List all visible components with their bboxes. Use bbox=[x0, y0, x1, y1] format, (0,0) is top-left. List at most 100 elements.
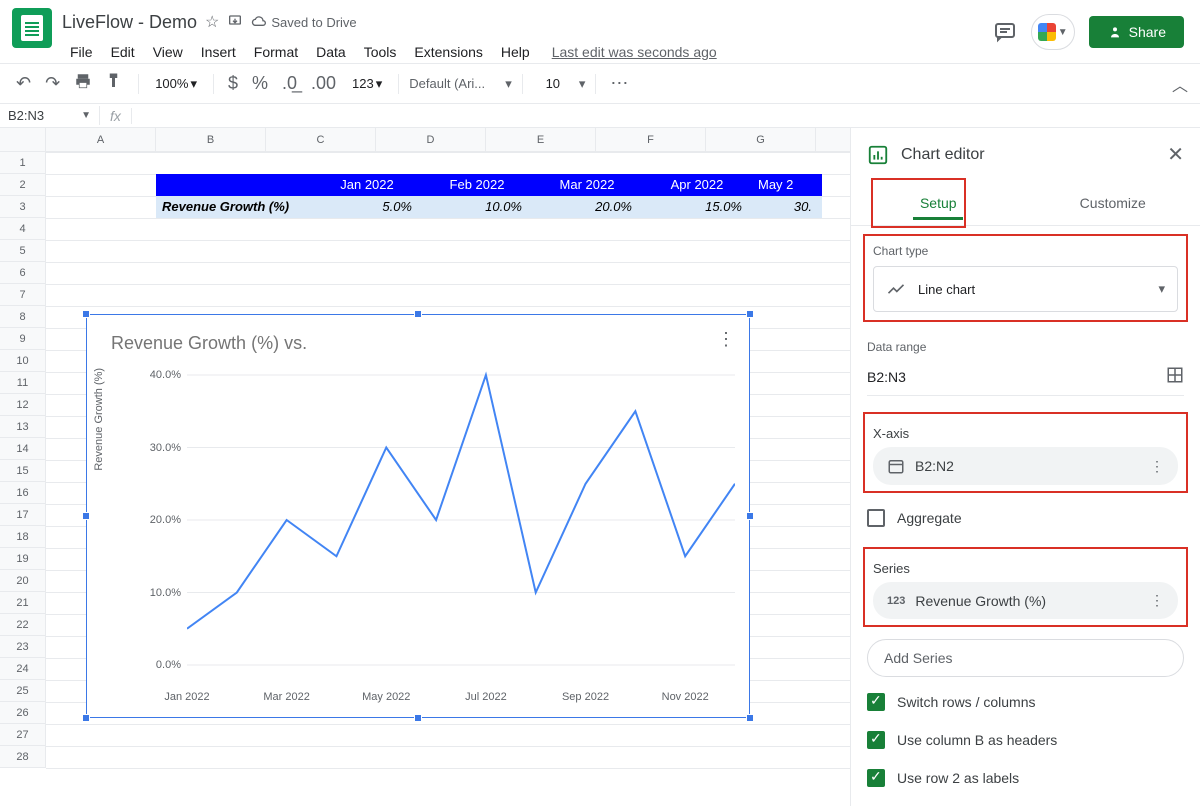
use-col-headers-checkbox[interactable] bbox=[867, 731, 885, 749]
decrease-decimal-icon[interactable]: .0̲ bbox=[278, 69, 301, 98]
use-row-labels-checkbox[interactable] bbox=[867, 769, 885, 787]
select-all-corner[interactable] bbox=[0, 128, 46, 151]
menu-view[interactable]: View bbox=[145, 40, 191, 64]
menu-data[interactable]: Data bbox=[308, 40, 354, 64]
last-edit-link[interactable]: Last edit was seconds ago bbox=[552, 44, 717, 60]
tab-customize[interactable]: Customize bbox=[1026, 181, 1200, 225]
row-header[interactable]: 19 bbox=[0, 548, 46, 570]
aggregate-checkbox[interactable] bbox=[867, 509, 885, 527]
sheets-logo-icon[interactable] bbox=[12, 8, 52, 48]
row-header[interactable]: 18 bbox=[0, 526, 46, 548]
switch-rows-checkbox[interactable] bbox=[867, 693, 885, 711]
move-icon[interactable] bbox=[227, 12, 243, 33]
formula-bar[interactable] bbox=[132, 114, 1200, 118]
row-header[interactable]: 9 bbox=[0, 328, 46, 350]
row-header[interactable]: 27 bbox=[0, 724, 46, 746]
row-header[interactable]: 26 bbox=[0, 702, 46, 724]
row-header[interactable]: 8 bbox=[0, 306, 46, 328]
chevron-down-icon: ▾ bbox=[1158, 281, 1165, 297]
series-label: Series bbox=[873, 555, 1178, 582]
y-tick-label: 20.0% bbox=[141, 514, 181, 526]
row-header[interactable]: 24 bbox=[0, 658, 46, 680]
col-header[interactable]: G bbox=[706, 128, 816, 151]
col-header[interactable]: A bbox=[46, 128, 156, 151]
col-header[interactable]: E bbox=[486, 128, 596, 151]
row-header[interactable]: 5 bbox=[0, 240, 46, 262]
undo-icon[interactable]: ↶ bbox=[12, 69, 35, 98]
row-header[interactable]: 1 bbox=[0, 152, 46, 174]
redo-icon[interactable]: ↷ bbox=[41, 69, 64, 98]
data-cell: 10.0% bbox=[422, 196, 532, 218]
add-series-button[interactable]: Add Series bbox=[867, 639, 1184, 677]
col-header[interactable]: C bbox=[266, 128, 376, 151]
more-icon[interactable]: ⋮ bbox=[1150, 592, 1164, 609]
col-header[interactable]: F bbox=[596, 128, 706, 151]
row-header[interactable]: 3 bbox=[0, 196, 46, 218]
row-header[interactable]: 6 bbox=[0, 262, 46, 284]
menu-extensions[interactable]: Extensions bbox=[406, 40, 490, 64]
row-header[interactable]: 17 bbox=[0, 504, 46, 526]
number-icon: 123 bbox=[887, 595, 905, 607]
close-icon[interactable]: ✕ bbox=[1167, 142, 1184, 167]
spreadsheet-grid[interactable]: A B C D E F G 12345678910111213141516171… bbox=[0, 128, 850, 806]
font-select[interactable]: Default (Ari... bbox=[409, 76, 499, 91]
menu-tools[interactable]: Tools bbox=[356, 40, 405, 64]
data-range-grid-icon[interactable] bbox=[1166, 366, 1184, 387]
x-tick-label: Jul 2022 bbox=[451, 691, 521, 703]
data-cell: 20.0% bbox=[532, 196, 642, 218]
row-header[interactable]: 12 bbox=[0, 394, 46, 416]
collapse-toolbar-icon[interactable]: ︿ bbox=[1172, 72, 1188, 96]
doc-title[interactable]: LiveFlow - Demo bbox=[62, 12, 197, 33]
col-header[interactable]: B bbox=[156, 128, 266, 151]
row-header[interactable]: 25 bbox=[0, 680, 46, 702]
more-toolbar-icon[interactable]: ⋯ bbox=[606, 69, 632, 98]
share-button[interactable]: Share bbox=[1089, 16, 1184, 48]
series-pill[interactable]: 123 Revenue Growth (%) ⋮ bbox=[873, 582, 1178, 619]
row-header[interactable]: 22 bbox=[0, 614, 46, 636]
menu-help[interactable]: Help bbox=[493, 40, 538, 64]
col-date: Mar 2022 bbox=[532, 174, 642, 196]
print-icon[interactable] bbox=[70, 68, 96, 99]
x-tick-label: Nov 2022 bbox=[650, 691, 720, 703]
chart-menu-icon[interactable]: ⋮ bbox=[717, 329, 735, 350]
chart-type-select[interactable]: Line chart ▾ bbox=[873, 266, 1178, 312]
font-size-select[interactable]: 10 bbox=[533, 72, 573, 95]
row-header[interactable]: 21 bbox=[0, 592, 46, 614]
data-range-value[interactable]: B2:N3 bbox=[867, 369, 906, 385]
tab-setup[interactable]: Setup bbox=[851, 181, 1026, 225]
row-header[interactable]: 10 bbox=[0, 350, 46, 372]
row-header[interactable]: 20 bbox=[0, 570, 46, 592]
menu-file[interactable]: File bbox=[62, 40, 101, 64]
percent-icon[interactable]: % bbox=[248, 69, 272, 98]
toolbar: ↶ ↷ 100% ▾ $ % .0̲ .00 123▾ Default (Ari… bbox=[0, 64, 1200, 104]
chart-editor-icon bbox=[867, 144, 889, 166]
row-header[interactable]: 16 bbox=[0, 482, 46, 504]
row-header[interactable]: 4 bbox=[0, 218, 46, 240]
increase-decimal-icon[interactable]: .00 bbox=[307, 69, 340, 98]
row-header[interactable]: 14 bbox=[0, 438, 46, 460]
row-header[interactable]: 2 bbox=[0, 174, 46, 196]
row-header[interactable]: 11 bbox=[0, 372, 46, 394]
star-icon[interactable]: ☆ bbox=[205, 12, 219, 32]
more-icon[interactable]: ⋮ bbox=[1150, 458, 1164, 475]
name-box[interactable]: B2:N3▼ bbox=[0, 106, 100, 125]
zoom-select[interactable]: 100% ▾ bbox=[149, 72, 203, 96]
currency-icon[interactable]: $ bbox=[224, 69, 242, 98]
row-header[interactable]: 7 bbox=[0, 284, 46, 306]
row-header[interactable]: 13 bbox=[0, 416, 46, 438]
xaxis-range-pill[interactable]: B2:N2 ⋮ bbox=[873, 447, 1178, 485]
col-header[interactable]: D bbox=[376, 128, 486, 151]
row-header[interactable]: 28 bbox=[0, 746, 46, 768]
row-header[interactable]: 23 bbox=[0, 636, 46, 658]
meet-button[interactable]: ▼ bbox=[1031, 14, 1075, 50]
y-tick-label: 40.0% bbox=[141, 369, 181, 381]
paint-format-icon[interactable] bbox=[102, 68, 128, 99]
row-header[interactable]: 15 bbox=[0, 460, 46, 482]
menu-format[interactable]: Format bbox=[246, 40, 306, 64]
editor-tabs: Setup Customize bbox=[851, 181, 1200, 226]
number-format-select[interactable]: 123▾ bbox=[346, 72, 388, 96]
menu-edit[interactable]: Edit bbox=[103, 40, 143, 64]
menu-insert[interactable]: Insert bbox=[193, 40, 244, 64]
embedded-chart[interactable]: Revenue Growth (%) vs. ⋮ Revenue Growth … bbox=[86, 314, 750, 718]
comments-icon[interactable] bbox=[993, 20, 1017, 44]
